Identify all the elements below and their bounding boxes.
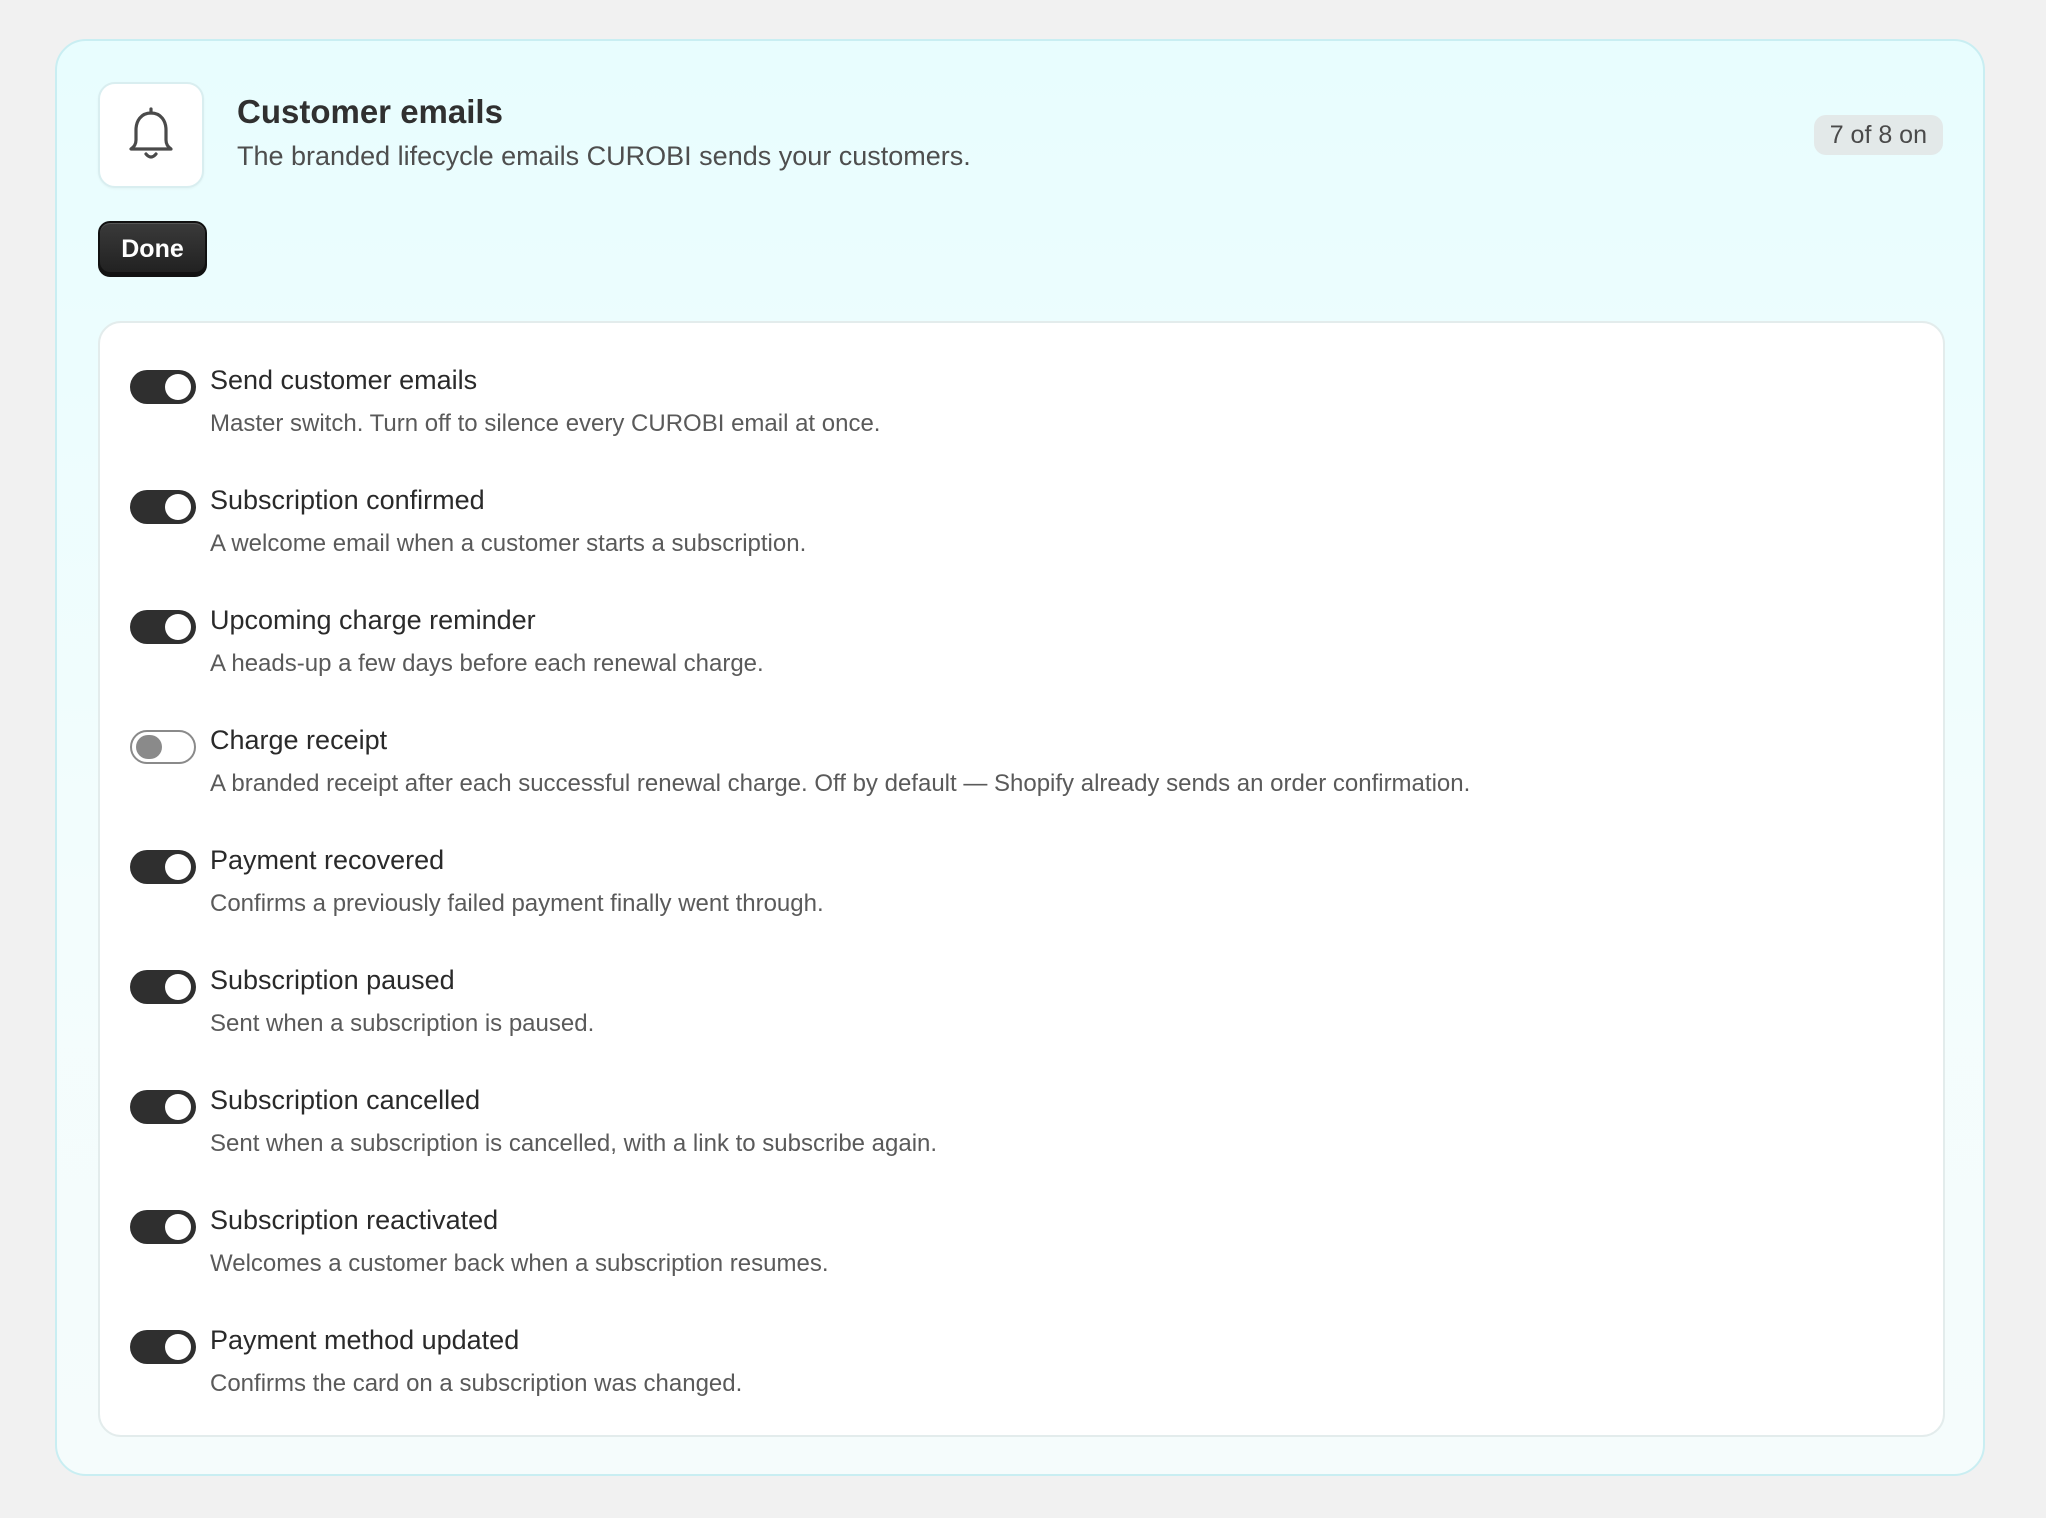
setting-title: Charge receipt <box>210 725 388 755</box>
setting-title: Subscription reactivated <box>210 1205 499 1235</box>
setting-description: Sent when a subscription is cancelled, w… <box>210 1130 938 1157</box>
setting-description: A heads-up a few days before each renewa… <box>210 650 764 677</box>
setting-title: Subscription cancelled <box>210 1085 481 1115</box>
bell-icon-box <box>98 82 204 188</box>
page-subtitle: The branded lifecycle emails CUROBI send… <box>237 141 971 171</box>
upcoming-charge-reminder-toggle[interactable] <box>130 610 196 644</box>
setting-title: Subscription confirmed <box>210 485 485 515</box>
setting-description: A welcome email when a customer starts a… <box>210 530 807 557</box>
setting-description: Welcomes a customer back when a subscrip… <box>210 1250 829 1277</box>
setting-row-upcoming-charge-reminder: Upcoming charge reminder A heads-up a fe… <box>130 603 1910 703</box>
subscription-reactivated-toggle[interactable] <box>130 1210 196 1244</box>
setting-title: Subscription paused <box>210 965 455 995</box>
setting-row-payment-recovered: Payment recovered Confirms a previously … <box>130 843 1910 943</box>
charge-receipt-toggle[interactable] <box>130 730 196 764</box>
setting-description: Confirms the card on a subscription was … <box>210 1370 743 1397</box>
enabled-count-badge: 7 of 8 on <box>1813 115 1943 155</box>
setting-row-payment-method-updated: Payment method updated Confirms the card… <box>130 1323 1910 1423</box>
subscription-cancelled-toggle[interactable] <box>130 1090 196 1124</box>
done-button[interactable]: Done <box>98 221 207 277</box>
page-title: Customer emails <box>237 93 503 130</box>
setting-description: Confirms a previously failed payment fin… <box>210 890 824 917</box>
subscription-confirmed-toggle[interactable] <box>130 490 196 524</box>
setting-row-subscription-reactivated: Subscription reactivated Welcomes a cust… <box>130 1203 1910 1303</box>
setting-row-subscription-confirmed: Subscription confirmed A welcome email w… <box>130 483 1910 583</box>
setting-description: A branded receipt after each successful … <box>210 770 1471 797</box>
subscription-paused-toggle[interactable] <box>130 970 196 1004</box>
payment-recovered-toggle[interactable] <box>130 850 196 884</box>
email-settings-list: Send customer emails Master switch. Turn… <box>98 321 1945 1437</box>
bell-icon <box>129 107 173 159</box>
setting-description: Sent when a subscription is paused. <box>210 1010 595 1037</box>
setting-row-subscription-paused: Subscription paused Sent when a subscrip… <box>130 963 1910 1063</box>
customer-emails-card: Customer emails The branded lifecycle em… <box>55 39 1985 1476</box>
setting-title: Send customer emails <box>210 365 478 395</box>
setting-row-charge-receipt: Charge receipt A branded receipt after e… <box>130 723 1910 823</box>
setting-description: Master switch. Turn off to silence every… <box>210 410 881 437</box>
payment-method-updated-toggle[interactable] <box>130 1330 196 1364</box>
send-customer-emails-toggle[interactable] <box>130 370 196 404</box>
setting-title: Payment method updated <box>210 1325 520 1355</box>
setting-title: Payment recovered <box>210 845 445 875</box>
setting-row-subscription-cancelled: Subscription cancelled Sent when a subsc… <box>130 1083 1910 1183</box>
setting-title: Upcoming charge reminder <box>210 605 536 635</box>
setting-row-send-customer-emails: Send customer emails Master switch. Turn… <box>130 363 1910 463</box>
